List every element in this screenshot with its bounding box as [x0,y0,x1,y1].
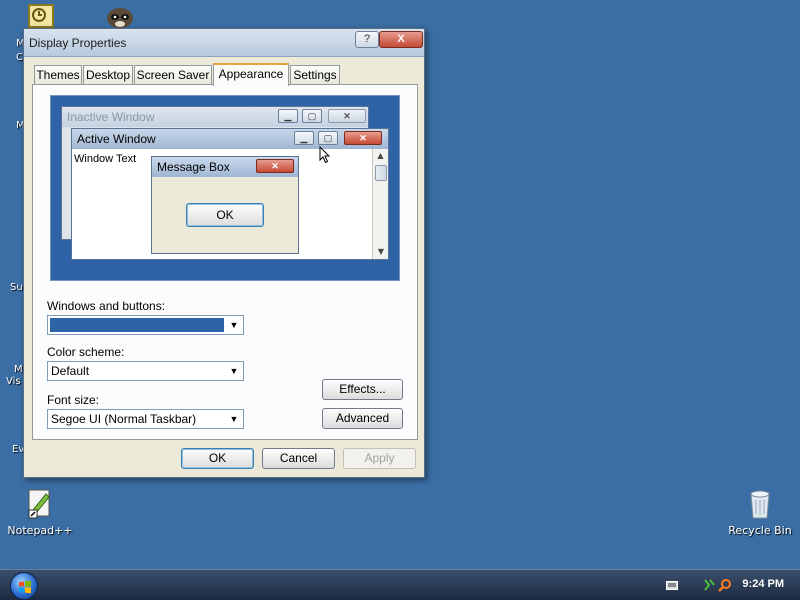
tab-appearance[interactable]: Appearance [213,63,289,86]
cancel-button[interactable]: Cancel [262,448,335,469]
raccoon-icon[interactable] [104,4,136,28]
font-size-label: Font size: [47,393,100,407]
keyboard-icon[interactable] [666,580,678,591]
active-window-titlebar: Active Window ▁ ▢ ✕ [72,129,388,149]
maximize-icon: ▢ [318,131,338,145]
color-scheme-select[interactable]: Default ▼ [47,361,244,381]
close-icon: X [397,33,405,45]
minimize-icon: ▁ [278,109,298,123]
recycle-bin-icon [750,490,770,519]
color-scheme-label: Color scheme: [47,345,125,359]
inactive-window-titlebar: Inactive Window ▁ ▢ ✕ [62,107,368,127]
dialog-title: Display Properties [29,36,127,50]
font-size-select[interactable]: Segoe UI (Normal Taskbar) ▼ [47,409,244,429]
chevron-down-icon: ▼ [229,320,239,330]
effects-button[interactable]: Effects... [322,379,403,400]
inactive-window-title: Inactive Window [67,110,155,124]
message-box-ok-button: OK [186,203,264,227]
windows-logo-icon [19,580,31,594]
search-icon[interactable] [718,578,732,592]
close-icon: ✕ [256,159,294,173]
recycle-bin-label: Recycle Bin [728,524,792,537]
tab-themes[interactable]: Themes [34,65,82,85]
minimize-icon: ▁ [294,131,314,145]
message-box-title: Message Box [157,160,230,174]
notepadpp-label: Notepad++ [7,524,73,537]
desktop-label-fragment: Vis [6,376,21,387]
selected-style-highlight [50,318,224,332]
dialog-titlebar[interactable]: Display Properties ? X [24,29,424,57]
scroll-down-icon: ▼ [377,247,385,256]
color-scheme-value: Default [51,364,90,378]
appearance-preview: Inactive Window ▁ ▢ ✕ Active Window ▁ ▢ … [50,95,400,281]
preview-scrollbar: ▲ ▼ [372,149,388,259]
font-size-value: Segoe UI (Normal Taskbar) [51,412,197,426]
desktop-shortcut-icon[interactable] [28,4,54,28]
scroll-up-icon: ▲ [377,151,384,160]
clock[interactable]: 9:24 PM [742,578,784,590]
close-icon: ✕ [344,131,382,145]
active-window-title: Active Window [77,132,156,146]
window-text-sample: Window Text [74,153,137,165]
system-tray: 9:24 PM [650,570,800,600]
maximize-icon: ▢ [302,109,322,123]
mouse-cursor-icon [319,146,331,164]
message-box-titlebar: Message Box ✕ [152,157,298,177]
windows-and-buttons-label: Windows and buttons: [47,299,166,313]
tab-desktop[interactable]: Desktop [83,65,133,85]
notepadpp-icon [28,489,50,519]
close-icon: ✕ [328,109,366,123]
start-button[interactable] [10,572,38,600]
desktop-label-fragment: M [14,364,23,375]
apply-button[interactable]: Apply [343,448,416,469]
chevron-down-icon: ▼ [229,414,239,424]
scroll-thumb [374,165,387,181]
tab-screen-saver[interactable]: Screen Saver [134,65,212,85]
appearance-panel: Inactive Window ▁ ▢ ✕ Active Window ▁ ▢ … [32,84,418,440]
message-box-preview: Message Box ✕ OK [151,156,299,254]
chevron-down-icon: ▼ [229,366,239,376]
advanced-button[interactable]: Advanced [322,408,403,429]
taskbar: 9:24 PM [0,569,800,600]
desktop-label-fragment: C [16,52,23,63]
network-icon[interactable] [702,578,716,592]
notepadpp-desktop-icon[interactable]: Notepad++ [0,488,80,537]
desktop-label-fragment: Su [10,282,23,293]
display-properties-dialog: Display Properties ? X Themes Desktop Sc… [23,28,425,478]
close-button[interactable]: X [379,31,423,48]
help-button[interactable]: ? [355,31,379,48]
windows-and-buttons-select[interactable]: ▼ [47,315,244,335]
recycle-bin-desktop-icon[interactable]: Recycle Bin [720,488,800,537]
ok-button[interactable]: OK [181,448,254,469]
tab-settings[interactable]: Settings [290,65,340,85]
